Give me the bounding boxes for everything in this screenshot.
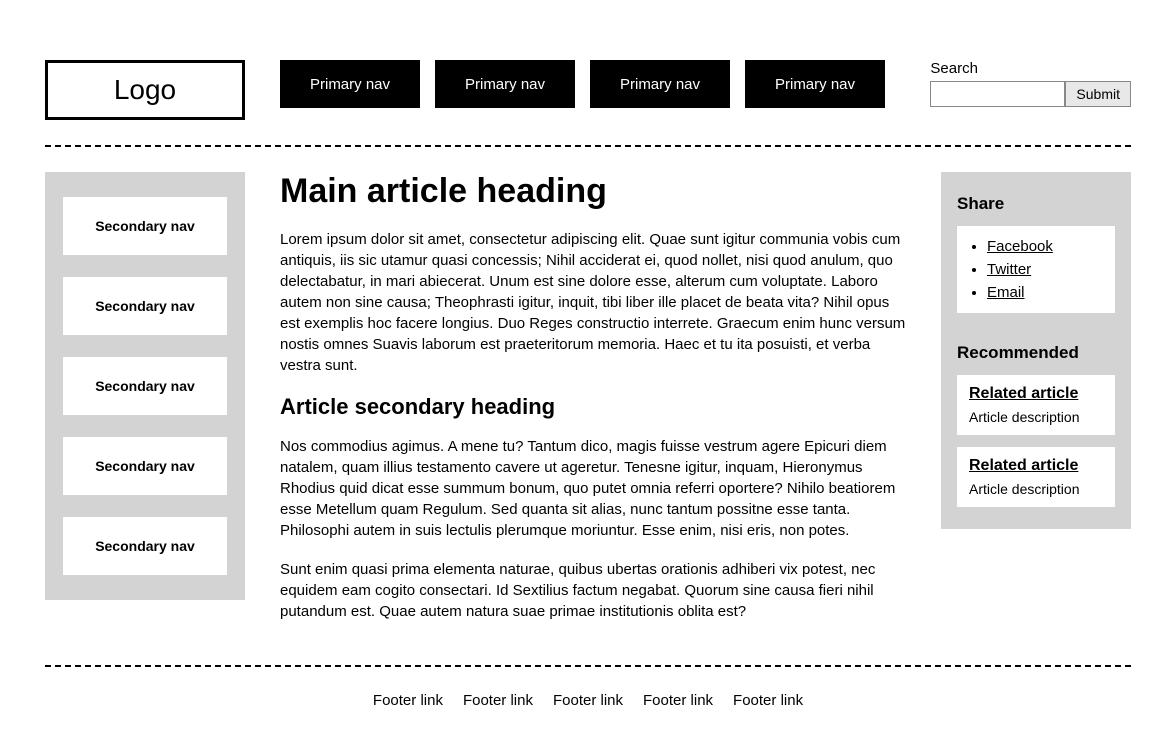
- footer-link[interactable]: Footer link: [463, 692, 533, 709]
- article-paragraph: Nos commodius agimus. A mene tu? Tantum …: [280, 436, 906, 541]
- search-label: Search: [930, 60, 1131, 77]
- recommended-link[interactable]: Related article: [969, 385, 1078, 402]
- header: Logo Primary nav Primary nav Primary nav…: [45, 60, 1131, 120]
- primary-nav-item[interactable]: Primary nav: [435, 60, 575, 108]
- right-sidebar: Share Facebook Twitter Email Recommended…: [941, 172, 1131, 529]
- search-area: Search Submit: [930, 60, 1131, 107]
- recommended-item: Related article Article description: [957, 375, 1115, 435]
- secondary-nav-item[interactable]: Secondary nav: [63, 197, 227, 255]
- recommended-link[interactable]: Related article: [969, 457, 1078, 474]
- article: Main article heading Lorem ipsum dolor s…: [280, 172, 906, 640]
- article-paragraph: Sunt enim quasi prima elementa naturae, …: [280, 559, 906, 622]
- primary-nav: Primary nav Primary nav Primary nav Prim…: [280, 60, 895, 108]
- share-link-facebook[interactable]: Facebook: [987, 238, 1053, 255]
- recommended-heading: Recommended: [957, 343, 1115, 363]
- primary-nav-item[interactable]: Primary nav: [280, 60, 420, 108]
- secondary-nav-item[interactable]: Secondary nav: [63, 277, 227, 335]
- primary-nav-item[interactable]: Primary nav: [745, 60, 885, 108]
- share-box: Facebook Twitter Email: [957, 226, 1115, 313]
- search-input[interactable]: [930, 81, 1065, 107]
- secondary-nav-item[interactable]: Secondary nav: [63, 517, 227, 575]
- recommended-item: Related article Article description: [957, 447, 1115, 507]
- primary-nav-item[interactable]: Primary nav: [590, 60, 730, 108]
- footer-link[interactable]: Footer link: [733, 692, 803, 709]
- secondary-nav-item[interactable]: Secondary nav: [63, 357, 227, 415]
- secondary-nav-sidebar: Secondary nav Secondary nav Secondary na…: [45, 172, 245, 600]
- article-subheading: Article secondary heading: [280, 394, 906, 420]
- search-submit-button[interactable]: Submit: [1065, 81, 1131, 107]
- footer-link[interactable]: Footer link: [373, 692, 443, 709]
- recommended-desc: Article description: [969, 481, 1103, 497]
- footer-link[interactable]: Footer link: [643, 692, 713, 709]
- main-content: Secondary nav Secondary nav Secondary na…: [45, 147, 1131, 665]
- share-heading: Share: [957, 194, 1115, 214]
- footer-link[interactable]: Footer link: [553, 692, 623, 709]
- secondary-nav-item[interactable]: Secondary nav: [63, 437, 227, 495]
- logo[interactable]: Logo: [45, 60, 245, 120]
- share-link-email[interactable]: Email: [987, 284, 1025, 301]
- article-paragraph: Lorem ipsum dolor sit amet, consectetur …: [280, 229, 906, 376]
- footer-links: Footer link Footer link Footer link Foot…: [45, 667, 1131, 709]
- share-link-twitter[interactable]: Twitter: [987, 261, 1031, 278]
- recommended-desc: Article description: [969, 409, 1103, 425]
- article-heading: Main article heading: [280, 172, 906, 211]
